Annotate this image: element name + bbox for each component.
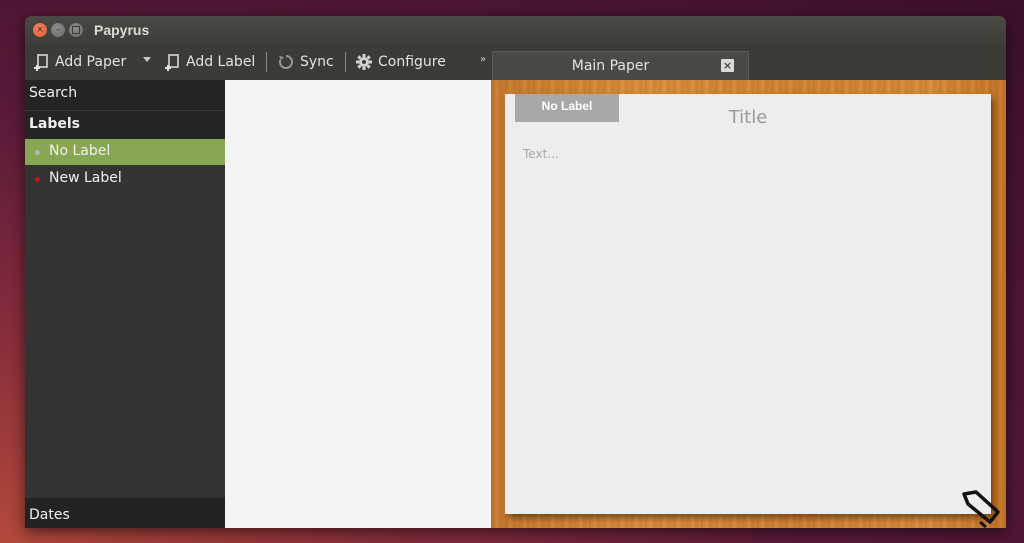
add-label-icon — [164, 54, 180, 71]
paper-title-input[interactable]: Title — [505, 107, 991, 128]
add-label-label: Add Label — [186, 54, 256, 70]
window-close-button[interactable]: × — [33, 23, 47, 37]
sidebar: Search Labels No Label New Label Dates — [25, 80, 225, 528]
tab-main-paper[interactable]: Main Paper × — [492, 51, 749, 81]
app-window: × – Papyrus Add Paper Add Label Sync Con… — [25, 16, 1006, 528]
add-paper-dropdown-arrow[interactable] — [143, 57, 151, 62]
label-color-dot — [35, 150, 40, 155]
add-paper-icon — [33, 54, 49, 71]
gear-icon — [356, 54, 372, 70]
tag-icon[interactable] — [958, 488, 1004, 528]
sidebar-dates-label: Dates — [29, 507, 70, 523]
tab-label: Main Paper — [571, 58, 650, 74]
add-paper-label: Add Paper — [55, 54, 127, 70]
window-maximize-button[interactable] — [69, 23, 83, 37]
sidebar-item-new-label[interactable]: New Label — [25, 166, 225, 192]
title-bar: × – Papyrus — [25, 16, 1006, 44]
configure-label: Configure — [378, 54, 446, 70]
labels-header-text: Labels — [29, 116, 81, 132]
toolbar-separator — [266, 52, 267, 72]
paper-list-pane[interactable] — [225, 80, 491, 528]
sidebar-labels-header[interactable]: Labels — [25, 111, 225, 139]
paper-card: No Label Title Text... — [505, 94, 991, 514]
close-icon: × — [36, 24, 44, 35]
minimize-icon: – — [55, 24, 61, 35]
toolbar-overflow-button[interactable]: » — [480, 54, 486, 65]
sidebar-item-no-label[interactable]: No Label — [25, 139, 225, 165]
configure-button[interactable]: Configure — [356, 52, 446, 72]
sidebar-search-label: Search — [29, 85, 78, 101]
sync-icon — [278, 54, 294, 70]
sidebar-search[interactable]: Search — [25, 80, 225, 111]
toolbar-separator — [345, 52, 346, 72]
maximize-icon — [72, 26, 80, 34]
tab-close-icon[interactable]: × — [721, 59, 734, 72]
label-color-dot — [35, 177, 40, 182]
sync-button[interactable]: Sync — [278, 52, 334, 72]
add-paper-button[interactable]: Add Paper — [33, 52, 126, 72]
window-title: Papyrus — [94, 22, 150, 38]
add-label-button[interactable]: Add Label — [164, 52, 255, 72]
sync-label: Sync — [300, 54, 334, 70]
sidebar-item-label: No Label — [49, 143, 111, 159]
paper-desk: No Label Title Text... — [491, 80, 1006, 528]
window-minimize-button[interactable]: – — [51, 23, 65, 37]
sidebar-item-label: New Label — [49, 170, 122, 186]
paper-text-input[interactable]: Text... — [523, 147, 559, 161]
sidebar-dates[interactable]: Dates — [25, 498, 225, 528]
